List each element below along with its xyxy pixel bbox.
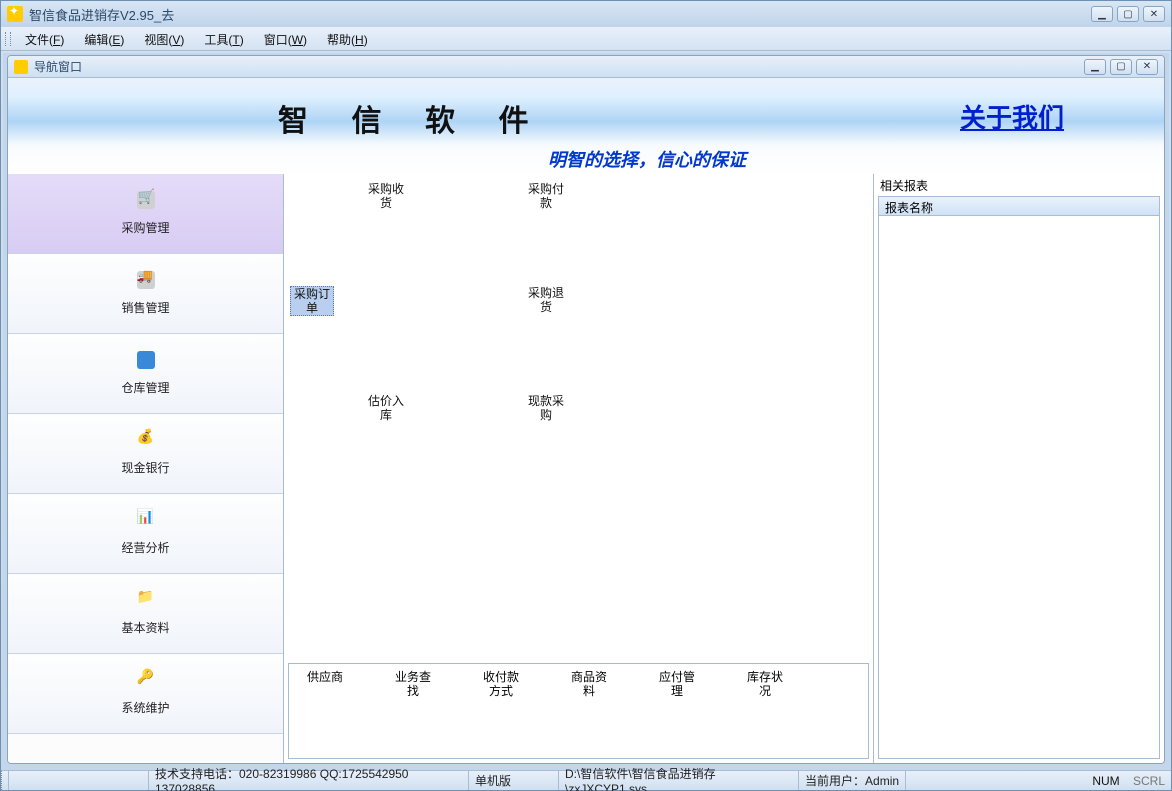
mdi-client: 导航窗口 ▁ ▢ ✕ 智 信 软 件 关于我们 明智的选择，信心的保证 采购管理…: [3, 53, 1169, 768]
status-user-label: 当前用户：: [805, 772, 865, 789]
inner-maximize-button[interactable]: ▢: [1110, 59, 1132, 75]
inner-window-title: 导航窗口: [34, 58, 1084, 75]
status-scrl: SCRL: [1133, 774, 1165, 788]
analysis-icon: [137, 511, 155, 529]
status-num: NUM: [1092, 774, 1119, 788]
right-panel: 相关报表 报表名称: [874, 174, 1164, 763]
outer-titlebar[interactable]: 智信食品进销存V2.95_去 ▁ ▢ ✕: [1, 1, 1171, 27]
status-path: D:\智信软件\智信食品进销存\zxJXCYP1.sys: [559, 771, 799, 790]
report-column-header: 报表名称: [878, 196, 1160, 216]
status-support: 技术支持电话：020-82319986 QQ:1725542950 137028…: [149, 771, 469, 790]
status-blank: [9, 771, 149, 790]
menu-item-0[interactable]: 文件(F): [15, 28, 74, 51]
menu-item-1[interactable]: 编辑(E): [74, 28, 134, 51]
inner-minimize-button[interactable]: ▁: [1084, 59, 1106, 75]
nav-item-cash[interactable]: 现金银行: [8, 414, 283, 494]
menu-item-5[interactable]: 帮助(H): [317, 28, 378, 51]
diagram-node-3[interactable]: 采购退货: [524, 286, 568, 314]
nav-item-label: 采购管理: [121, 219, 169, 236]
center-panel: 采购收货 采购付款采购订单 采购退货估价入库 现款采购 供应商 业务查找 收付款方式 商品资…: [284, 174, 874, 763]
nav-item-cart[interactable]: 采购管理: [8, 174, 283, 254]
bottom-item-2[interactable]: 收付款方式: [477, 670, 525, 698]
app-icon: [7, 6, 23, 22]
data-icon: [137, 591, 155, 609]
banner: 智 信 软 件 关于我们 明智的选择，信心的保证: [8, 78, 1164, 174]
menu-item-2[interactable]: 视图(V): [134, 28, 194, 51]
nav-item-label: 系统维护: [121, 699, 169, 716]
report-list[interactable]: [878, 216, 1160, 759]
cart-icon: [137, 191, 155, 209]
nav-item-label: 基本资料: [121, 619, 169, 636]
bottom-item-3[interactable]: 商品资料: [565, 670, 613, 698]
slogan-text: 明智的选择，信心的保证: [548, 146, 746, 172]
status-bar: 技术支持电话：020-82319986 QQ:1725542950 137028…: [1, 770, 1171, 790]
app-window: 智信食品进销存V2.95_去 ▁ ▢ ✕ 文件(F)编辑(E)视图(V)工具(T…: [0, 0, 1172, 791]
close-button[interactable]: ✕: [1143, 6, 1165, 22]
nav-item-label: 仓库管理: [121, 379, 169, 396]
inner-close-button[interactable]: ✕: [1136, 59, 1158, 75]
nav-item-label: 现金银行: [121, 459, 169, 476]
diagram-node-2[interactable]: 采购订单: [290, 286, 334, 316]
menu-item-3[interactable]: 工具(T): [194, 28, 253, 51]
nav-item-sys[interactable]: 系统维护: [8, 654, 283, 734]
status-mode: 单机版: [469, 771, 559, 790]
inner-window-icon: [14, 60, 28, 74]
diagram-node-0[interactable]: 采购收货: [364, 182, 408, 210]
status-user: 当前用户： Admin: [799, 771, 906, 790]
status-user-name: Admin: [865, 774, 899, 788]
status-grip: [1, 771, 9, 790]
diagram-node-1[interactable]: 采购付款: [524, 182, 568, 210]
left-nav: 采购管理销售管理仓库管理现金银行经营分析基本资料系统维护: [8, 174, 284, 763]
bottom-item-0[interactable]: 供应商: [301, 670, 349, 698]
menu-grip[interactable]: [5, 32, 11, 46]
maximize-button[interactable]: ▢: [1117, 6, 1139, 22]
bottom-item-1[interactable]: 业务查找: [389, 670, 437, 698]
nav-item-stock[interactable]: 仓库管理: [8, 334, 283, 414]
app-title: 智信食品进销存V2.95_去: [29, 5, 1091, 24]
nav-item-label: 经营分析: [121, 539, 169, 556]
menu-item-4[interactable]: 窗口(W): [254, 28, 317, 51]
nav-item-sales[interactable]: 销售管理: [8, 254, 283, 334]
sys-icon: [137, 671, 155, 689]
right-panel-title: 相关报表: [874, 174, 1164, 196]
cash-icon: [137, 431, 155, 449]
nav-item-analysis[interactable]: 经营分析: [8, 494, 283, 574]
diagram-area: 采购收货 采购付款采购订单 采购退货估价入库 现款采购: [284, 174, 873, 663]
inner-titlebar[interactable]: 导航窗口 ▁ ▢ ✕: [8, 56, 1164, 78]
bottom-item-5[interactable]: 库存状况: [741, 670, 789, 698]
nav-item-data[interactable]: 基本资料: [8, 574, 283, 654]
nav-item-label: 销售管理: [121, 299, 169, 316]
bottom-toolbar: 供应商 业务查找 收付款方式 商品资料 应付管理 库存状况: [288, 663, 869, 759]
about-link[interactable]: 关于我们: [960, 98, 1064, 135]
stock-icon: [137, 351, 155, 369]
diagram-node-5[interactable]: 现款采购: [524, 394, 568, 422]
sales-icon: [137, 271, 155, 289]
bottom-item-4[interactable]: 应付管理: [653, 670, 701, 698]
diagram-node-4[interactable]: 估价入库: [364, 394, 408, 422]
minimize-button[interactable]: ▁: [1091, 6, 1113, 22]
nav-window: 导航窗口 ▁ ▢ ✕ 智 信 软 件 关于我们 明智的选择，信心的保证 采购管理…: [7, 55, 1165, 764]
menu-bar: 文件(F)编辑(E)视图(V)工具(T)窗口(W)帮助(H): [1, 27, 1171, 51]
content-row: 采购管理销售管理仓库管理现金银行经营分析基本资料系统维护 采购收货 采购付款采购订…: [8, 174, 1164, 763]
brand-text: 智 信 软 件: [278, 96, 547, 140]
